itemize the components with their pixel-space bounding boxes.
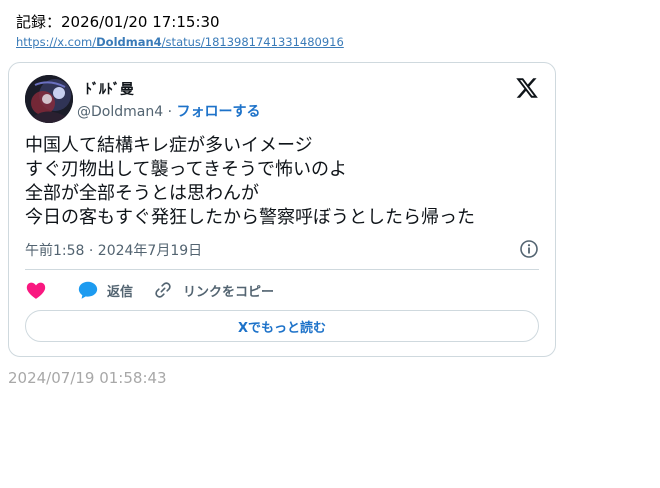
- tweet-card: ﾄﾞﾙﾄﾞ曼 @Doldman4 · フォローする 中国人て結構キレ症が多いイメ…: [8, 62, 556, 357]
- tweet-line-3: 全部が全部そうとは思わんが: [25, 183, 259, 204]
- link-icon: [155, 282, 171, 298]
- copy-link-button[interactable]: リンクをコピー: [153, 280, 274, 300]
- info-icon[interactable]: [519, 239, 539, 259]
- x-logo-icon[interactable]: [515, 76, 539, 100]
- copy-link-label: リンクをコピー: [183, 284, 275, 300]
- follow-button[interactable]: フォローする: [176, 104, 260, 120]
- avatar[interactable]: [25, 75, 73, 123]
- reply-label: 返信: [107, 284, 134, 300]
- display-name[interactable]: ﾄﾞﾙﾄﾞ曼: [85, 79, 134, 99]
- divider: [25, 269, 539, 270]
- tweet-time[interactable]: 午前1:58 · 2024年7月19日: [25, 240, 202, 260]
- reply-button[interactable]: 返信: [77, 279, 133, 301]
- heart-icon: [26, 282, 46, 299]
- handle-separator: ·: [163, 104, 177, 120]
- read-more-button[interactable]: Xでもっと読む: [25, 310, 539, 342]
- tweet-line-2: すぐ刃物出して襲ってきそうで怖いのよ: [25, 159, 348, 180]
- like-button[interactable]: [25, 279, 47, 301]
- handle-row: @Doldman4 · フォローする: [77, 101, 260, 121]
- record-label: 記録：2026/01/20 17:15:30: [16, 13, 220, 31]
- source-link[interactable]: https://x.com/Doldman4/status/1813981741…: [16, 35, 344, 49]
- tweet-line-4: 今日の客もすぐ発狂したから警察呼ぼうとしたら帰った: [25, 207, 475, 228]
- link-prefix: https://x.com/: [16, 35, 97, 49]
- capture-timestamp: 2024/07/19 01:58:43: [8, 369, 167, 387]
- action-bar: 返信 リンクをコピー: [25, 278, 274, 302]
- handle[interactable]: @Doldman4: [77, 104, 163, 120]
- tweet-line-1: 中国人て結構キレ症が多いイメージ: [25, 135, 313, 156]
- reply-bubble-icon: [78, 281, 98, 299]
- tweet-text: 中国人て結構キレ症が多いイメージすぐ刃物出して襲ってきそうで怖いのよ 全部が全部そ…: [25, 134, 475, 230]
- link-suffix: /status/1813981741331480916: [161, 35, 344, 49]
- link-user: Doldman4: [96, 35, 162, 49]
